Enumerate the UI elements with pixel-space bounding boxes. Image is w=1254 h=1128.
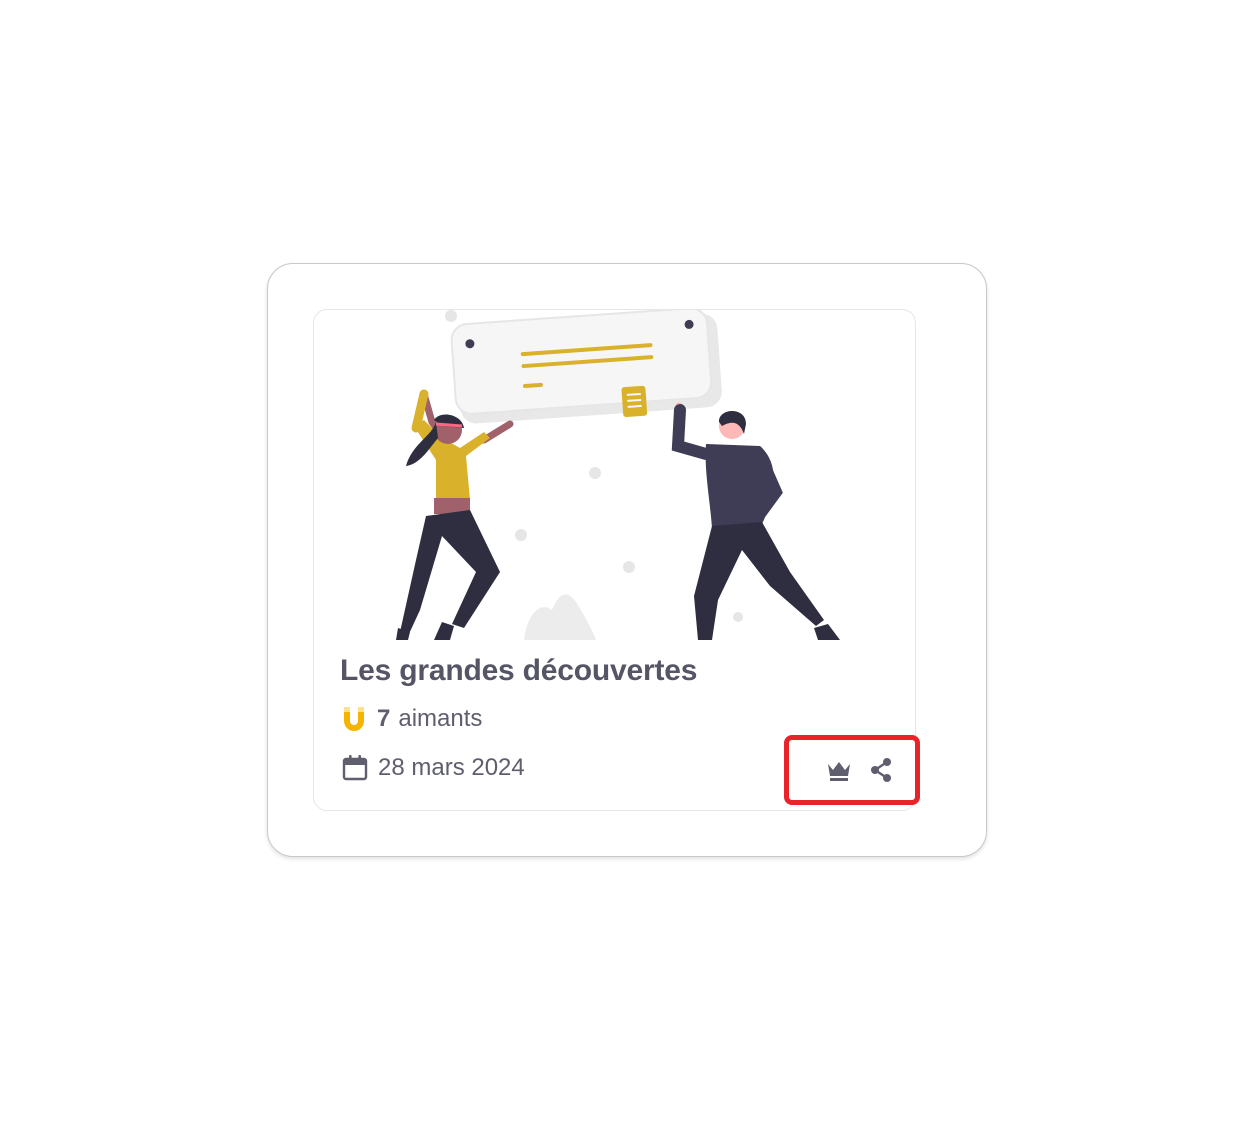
magnets-count-value: 7	[377, 705, 391, 732]
calendar-icon	[342, 755, 368, 781]
crown-button[interactable]	[823, 754, 855, 786]
crown-icon	[828, 762, 850, 781]
card-actions	[784, 735, 920, 805]
magnet-icon	[344, 707, 364, 731]
magnets-label: aimants	[398, 705, 483, 732]
share-button[interactable]	[865, 754, 897, 786]
magnets-count: 7 aimants	[340, 704, 482, 734]
card-date: 28 mars 2024	[340, 752, 525, 784]
card-title[interactable]: Les grandes découvertes	[340, 654, 697, 688]
date-value: 28 mars 2024	[378, 754, 525, 781]
share-icon	[871, 758, 891, 782]
celebration-illustration	[396, 310, 840, 640]
